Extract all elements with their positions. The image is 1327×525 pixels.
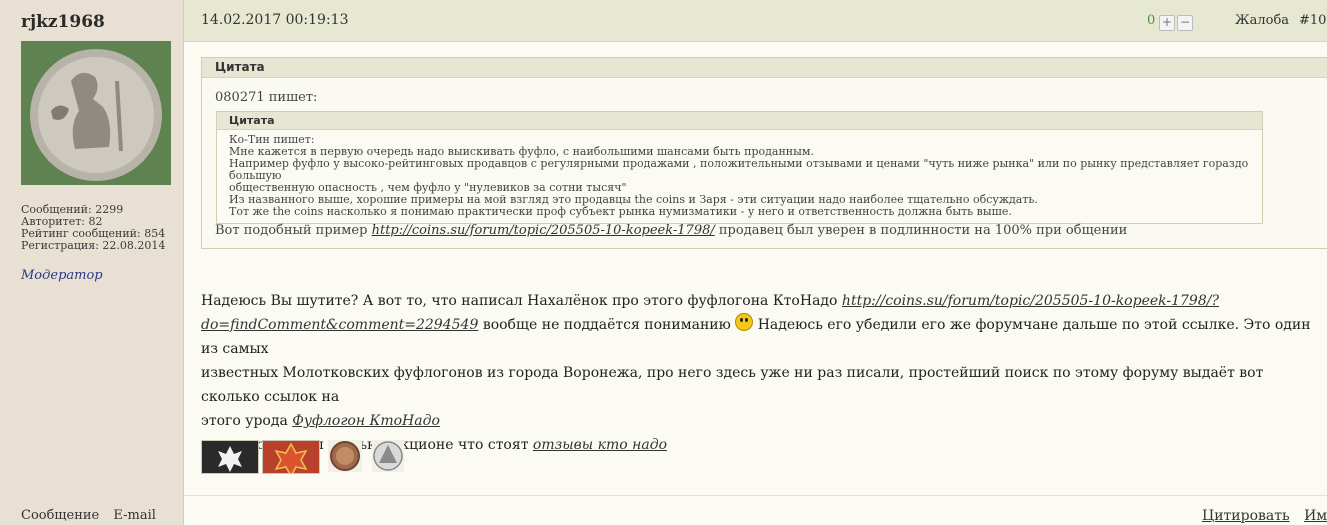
post-date: 14.02.2017 00:19:13 <box>201 12 349 28</box>
post-line: этого урода Фуфлогон КтоНадо <box>201 409 1326 433</box>
quote-tail: Вот подобный пример http://coins.su/foru… <box>215 223 1127 238</box>
author-stats: Сообщений: 2299 Авторитет: 82 Рейтинг со… <box>21 204 165 252</box>
post-header: 14.02.2017 00:19:13 0 + − Жалоба #107 <box>184 0 1327 42</box>
complaint-link[interactable]: Жалоба <box>1235 13 1289 28</box>
post-text: вообще не поддаётся пониманию <box>482 317 731 333</box>
author-contacts: Сообщение E-mail <box>21 508 166 523</box>
award-pyramid-icon[interactable] <box>372 440 404 472</box>
quote-author: 080271 пишет: <box>215 90 318 105</box>
shocked-smiley-icon <box>735 313 754 331</box>
search-results-link[interactable]: Фуфлогон КтоНадо <box>292 413 440 429</box>
post-rating-count: 0 <box>1147 13 1156 28</box>
quote-tail-rest: продавец был уверен в подлинности на 100… <box>718 223 1128 238</box>
vote-up-button[interactable]: + <box>1159 15 1175 31</box>
author-panel: rjkz1968 Сообщений: 2299 Авторитет: 82 Р… <box>0 0 184 525</box>
quote-button[interactable]: Цитировать <box>1202 508 1290 524</box>
author-stat-registration: Регистрация: 22.08.2014 <box>21 239 166 252</box>
quote-block-outer: Цитата 080271 пишет: Цитата Ко-Тин пишет… <box>201 57 1327 249</box>
author-name[interactable]: rjkz1968 <box>21 12 105 32</box>
award-medal-icon[interactable] <box>328 440 362 472</box>
quote-block-inner: Цитата Ко-Тин пишет: Мне кажется в перву… <box>216 111 1263 224</box>
coin-avatar-icon <box>21 41 171 185</box>
post-line: одни его отзывы на нью аукционе что стоя… <box>201 433 1326 457</box>
reviews-link[interactable]: отзывы кто надо <box>533 437 667 453</box>
vote-down-button[interactable]: − <box>1177 15 1193 31</box>
post-footer-divider <box>184 495 1327 496</box>
quote-inner-text: Ко-Тин пишет: Мне кажется в первую очере… <box>217 130 1262 218</box>
post-line: do=findComment&comment=2294549 вообще не… <box>201 313 1326 361</box>
avatar[interactable] <box>21 41 171 185</box>
post-body: Надеюсь Вы шутите? А вот то, что написал… <box>201 289 1326 457</box>
quote-line: Например фуфло у высоко-рейтинговых прод… <box>229 157 1252 182</box>
comment-link[interactable]: http://coins.su/forum/topic/205505-10-ko… <box>842 293 1219 309</box>
post-text: Надеюсь Вы шутите? А вот то, что написал… <box>201 293 838 309</box>
comment-link-continued[interactable]: do=findComment&comment=2294549 <box>201 317 478 333</box>
quote-line: Тот же the coins насколько я понимаю пра… <box>229 205 1012 218</box>
quote-inner-header: Цитата <box>217 112 1262 130</box>
author-role: Модератор <box>21 268 103 283</box>
award-maltese-cross-icon[interactable] <box>201 440 259 474</box>
post-number-link[interactable]: #107 <box>1299 13 1327 28</box>
quote-tail-text: Вот подобный пример <box>215 223 368 238</box>
post-text: этого урода <box>201 413 288 429</box>
quote-header: Цитата <box>202 58 1327 78</box>
post-line: Надеюсь Вы шутите? А вот то, что написал… <box>201 289 1326 313</box>
award-red-cross-icon[interactable] <box>262 440 320 478</box>
insert-name-button[interactable]: Имя <box>1304 508 1327 524</box>
quote-example-link[interactable]: http://coins.su/forum/topic/205505-10-ko… <box>372 223 715 238</box>
send-message-link[interactable]: Сообщение <box>21 508 99 523</box>
post-line: известных Молотковских фуфлогонов из гор… <box>201 365 1264 405</box>
send-email-link[interactable]: E-mail <box>113 508 156 523</box>
post-actions: Цитировать Имя <box>1202 508 1327 524</box>
